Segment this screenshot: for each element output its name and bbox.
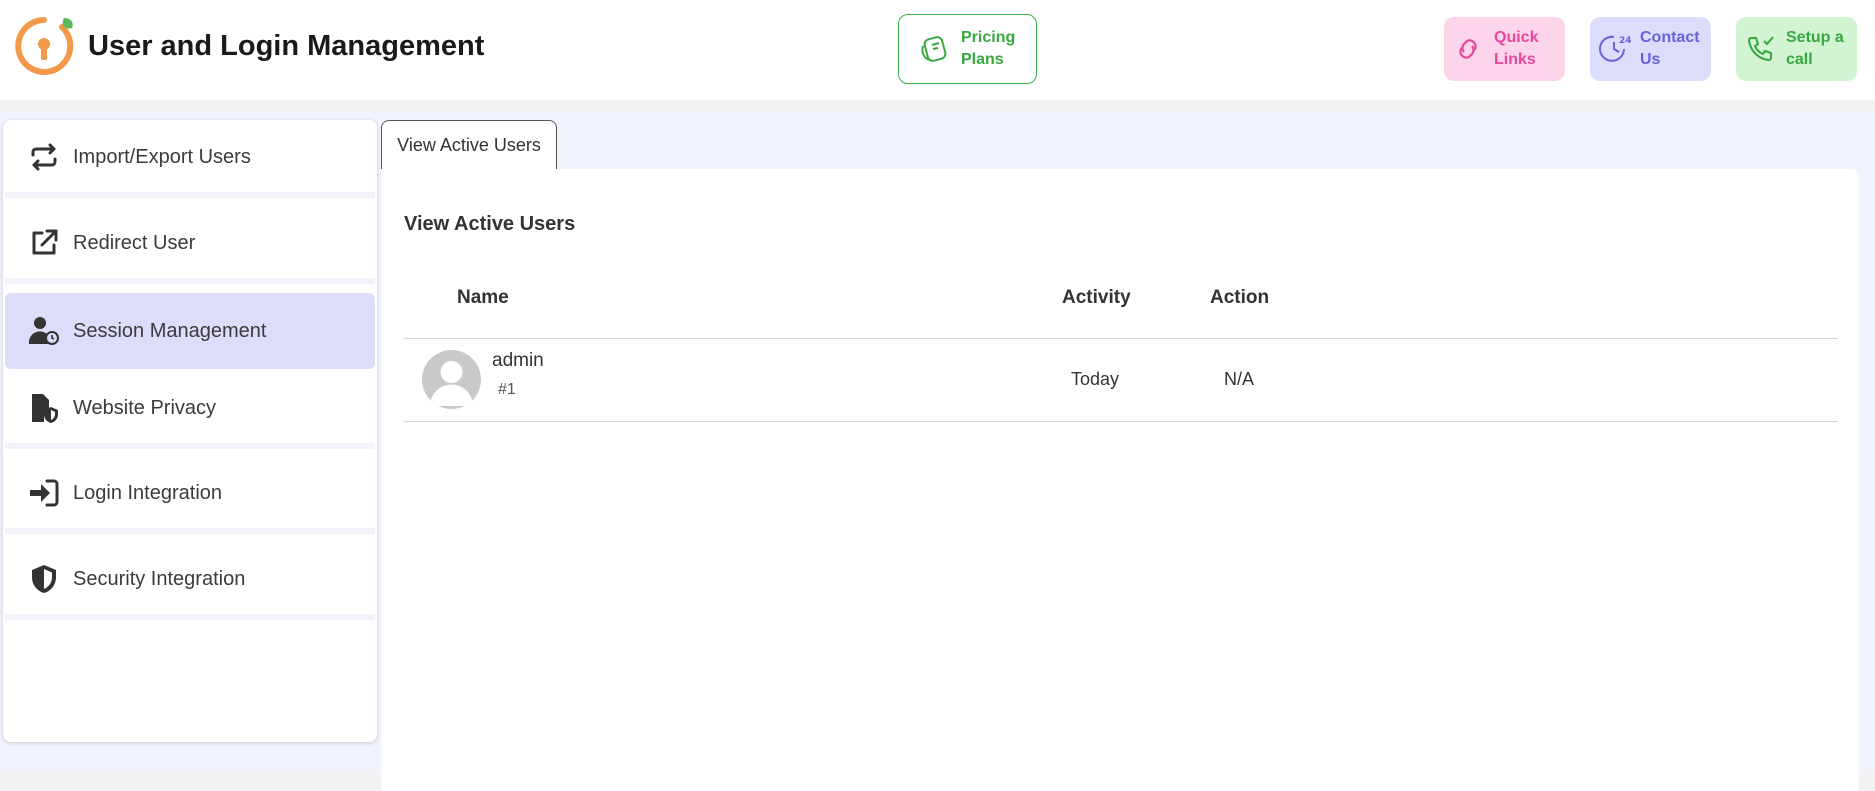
sidebar-item-session-management[interactable]: Session Management (5, 293, 375, 369)
table-row-divider (404, 421, 1838, 422)
sidebar-item-website-privacy[interactable]: Website Privacy (5, 373, 375, 449)
shield-icon (27, 562, 61, 596)
clock-24-icon: 24 (1596, 31, 1632, 67)
main-panel: View Active Users Name Activity Action a… (381, 169, 1859, 791)
sign-in-icon (27, 476, 61, 510)
sidebar-item-login-integration[interactable]: Login Integration (5, 458, 375, 534)
sidebar-item-label: Session Management (73, 319, 267, 342)
contact-us-button[interactable]: 24 Contact Us (1590, 17, 1711, 81)
user-name: admin (492, 350, 544, 371)
table-header-divider (404, 338, 1838, 339)
user-silhouette-icon (430, 361, 473, 406)
quick-links-label: Quick Links (1494, 29, 1539, 68)
external-link-icon (27, 226, 61, 260)
sidebar-item-label: Security Integration (73, 567, 246, 590)
column-header-activity: Activity (1062, 287, 1131, 308)
avatar (422, 350, 481, 409)
sidebar-item-security-integration[interactable]: Security Integration (5, 544, 375, 620)
section-title: View Active Users (404, 213, 576, 235)
quick-links-button[interactable]: Quick Links (1444, 17, 1565, 81)
column-header-name: Name (457, 287, 509, 308)
setup-call-button[interactable]: Setup a call (1736, 17, 1857, 81)
user-id: #1 (498, 381, 516, 398)
logo-icon (15, 17, 74, 75)
tab-view-active-users[interactable]: View Active Users (381, 120, 557, 170)
top-header: User and Login Management Pricing Plans … (0, 0, 1875, 100)
action-cell: N/A (1224, 369, 1255, 389)
sidebar-item-label: Import/Export Users (73, 145, 251, 168)
contact-us-label: Contact Us (1640, 29, 1700, 68)
phone-icon (1742, 31, 1778, 67)
svg-text:24: 24 (1619, 36, 1631, 46)
sidebar-item-label: Redirect User (73, 231, 196, 254)
column-header-action: Action (1210, 287, 1270, 308)
file-shield-icon (27, 391, 61, 425)
activity-cell: Today (1071, 369, 1120, 389)
pricing-icon (917, 31, 953, 67)
sidebar-item-label: Login Integration (73, 481, 223, 504)
pricing-plans-button[interactable]: Pricing Plans (898, 14, 1037, 84)
sidebar-item-redirect-user[interactable]: Redirect User (5, 208, 375, 284)
link-icon (1450, 31, 1486, 67)
arrows-swap-icon (27, 140, 61, 174)
sidebar-item-import-export-users[interactable]: Import/Export Users (5, 122, 375, 198)
user-clock-icon (27, 314, 61, 348)
setup-call-label: Setup a call (1786, 29, 1844, 68)
sidebar: Import/Export Users Redirect User Sessio… (3, 120, 377, 742)
sidebar-item-label: Website Privacy (73, 396, 217, 419)
pricing-plans-label: Pricing Plans (961, 29, 1016, 68)
page-title: User and Login Management (88, 30, 485, 62)
